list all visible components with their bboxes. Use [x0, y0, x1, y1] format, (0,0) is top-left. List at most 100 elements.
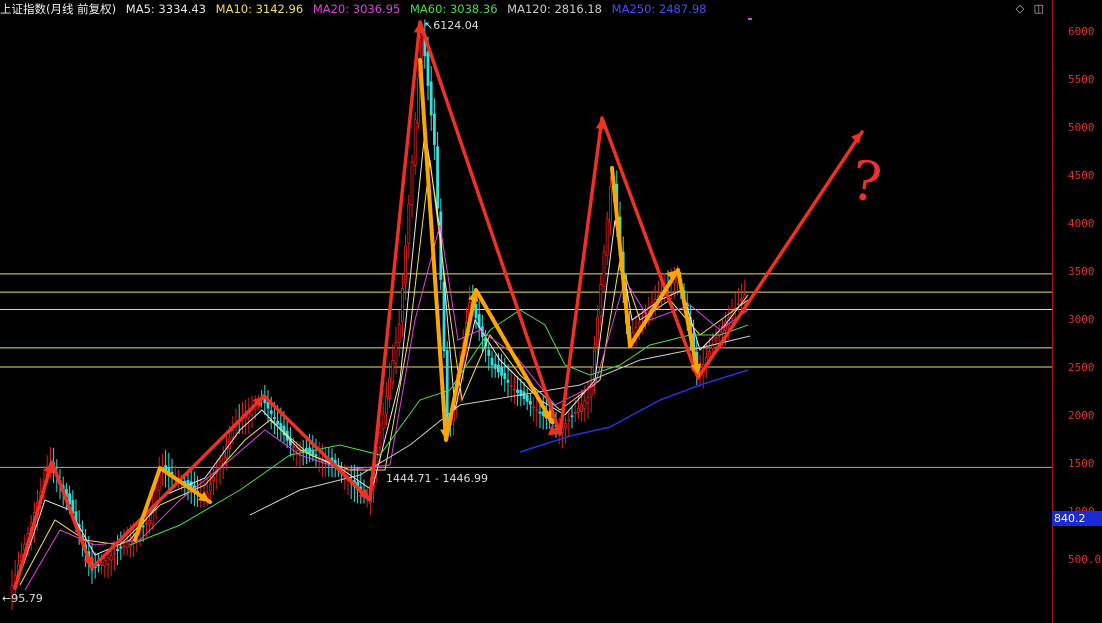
candle-body	[593, 349, 596, 380]
candle-body	[266, 402, 270, 409]
candle-body	[474, 303, 478, 319]
high-annotation: ↖6124.04	[424, 19, 479, 32]
candle-body	[426, 51, 430, 86]
candle-body	[522, 391, 526, 399]
candle-body	[570, 415, 574, 418]
axis-tick: 500.0	[1068, 553, 1102, 566]
candle-body	[122, 545, 126, 548]
candle-body	[442, 281, 446, 352]
candle-body	[212, 476, 216, 482]
candle-body	[506, 379, 510, 383]
candle-body	[269, 410, 273, 414]
candle-body	[583, 400, 587, 410]
candle-body	[509, 385, 513, 387]
candle-body	[384, 396, 388, 414]
candle-body	[144, 523, 148, 525]
candle-body	[580, 404, 583, 413]
candle-body	[231, 429, 235, 439]
candle-body	[609, 185, 612, 223]
candle-body	[432, 113, 436, 145]
candle-body	[381, 414, 385, 430]
ma5-line	[14, 129, 749, 591]
candle-body	[391, 360, 395, 383]
candle-body	[208, 484, 212, 492]
ma120-line	[249, 335, 751, 516]
candle-body	[602, 251, 606, 287]
low-value: 95.79	[11, 592, 43, 605]
candle-body	[429, 81, 433, 116]
candle-body	[513, 388, 516, 391]
axis-tick: 1500	[1068, 457, 1095, 470]
current-price-badge: 840.2	[1052, 511, 1102, 526]
candle-body	[119, 546, 123, 549]
candle-body	[573, 411, 577, 414]
axis-tick: 4000	[1068, 217, 1095, 230]
mid-low-annotation: 1444.71 - 1446.99	[386, 472, 488, 485]
candle-body	[388, 378, 392, 400]
candle-body	[740, 298, 743, 301]
candle-body	[97, 564, 100, 567]
candle-body	[737, 303, 740, 306]
axis-tick: 6000	[1068, 25, 1095, 38]
candle-body	[500, 367, 504, 376]
candle-body	[538, 411, 542, 414]
candle-body	[564, 423, 567, 429]
candle-body	[599, 284, 603, 317]
candle-body	[516, 389, 519, 393]
axis-tick: 3000	[1068, 313, 1095, 326]
candle-body	[100, 562, 103, 566]
candle-body	[529, 400, 532, 405]
candle-body	[605, 218, 609, 257]
candle-body	[314, 454, 318, 457]
candle-body	[490, 357, 494, 366]
candle-body	[221, 453, 225, 465]
candle-body	[525, 395, 529, 402]
candle-body	[148, 520, 152, 525]
candle-body	[416, 77, 420, 124]
candle-body	[586, 396, 590, 404]
axis-separator	[1052, 0, 1053, 623]
candle-body	[535, 409, 539, 412]
candle-body	[487, 349, 491, 356]
candle-body	[103, 559, 107, 567]
axis-tick: 5500	[1068, 73, 1095, 86]
candle-body	[113, 552, 116, 555]
axis-tick: 4500	[1068, 169, 1095, 182]
candle-body	[397, 324, 401, 344]
candle-body	[276, 420, 280, 425]
candle-body	[407, 203, 411, 245]
candle-body	[272, 417, 276, 420]
candle-body	[394, 342, 398, 365]
candle-body	[436, 146, 440, 209]
axis-tick: 3500	[1068, 265, 1095, 278]
candle-body	[404, 245, 408, 285]
candle-body	[292, 446, 296, 448]
candle-body	[496, 364, 500, 373]
candle-body	[295, 447, 299, 451]
candle-body	[106, 557, 110, 565]
arrowhead	[43, 462, 54, 474]
candle-body	[714, 337, 718, 342]
candle-body	[532, 406, 535, 409]
candle-body	[125, 542, 129, 549]
axis-tick: 2000	[1068, 409, 1095, 422]
candle-body	[637, 321, 641, 327]
candle-body	[493, 364, 497, 369]
axis-tick: 5000	[1068, 121, 1095, 134]
candle-body	[116, 548, 119, 552]
candle-body	[410, 161, 414, 206]
candle-body	[378, 432, 382, 448]
candle-body	[567, 419, 571, 422]
low-annotation: ←95.79	[2, 592, 43, 605]
candle-body	[445, 350, 449, 423]
high-value: 6124.04	[433, 19, 479, 32]
candle-body	[503, 372, 507, 380]
ma250-line	[519, 369, 749, 453]
candle-body	[141, 525, 145, 528]
price-chart	[0, 18, 1052, 611]
candle-body	[413, 119, 417, 166]
candle-body	[596, 316, 599, 347]
candle-body	[577, 408, 580, 413]
candle-body	[109, 555, 113, 561]
axis-tick: 2500	[1068, 361, 1095, 374]
